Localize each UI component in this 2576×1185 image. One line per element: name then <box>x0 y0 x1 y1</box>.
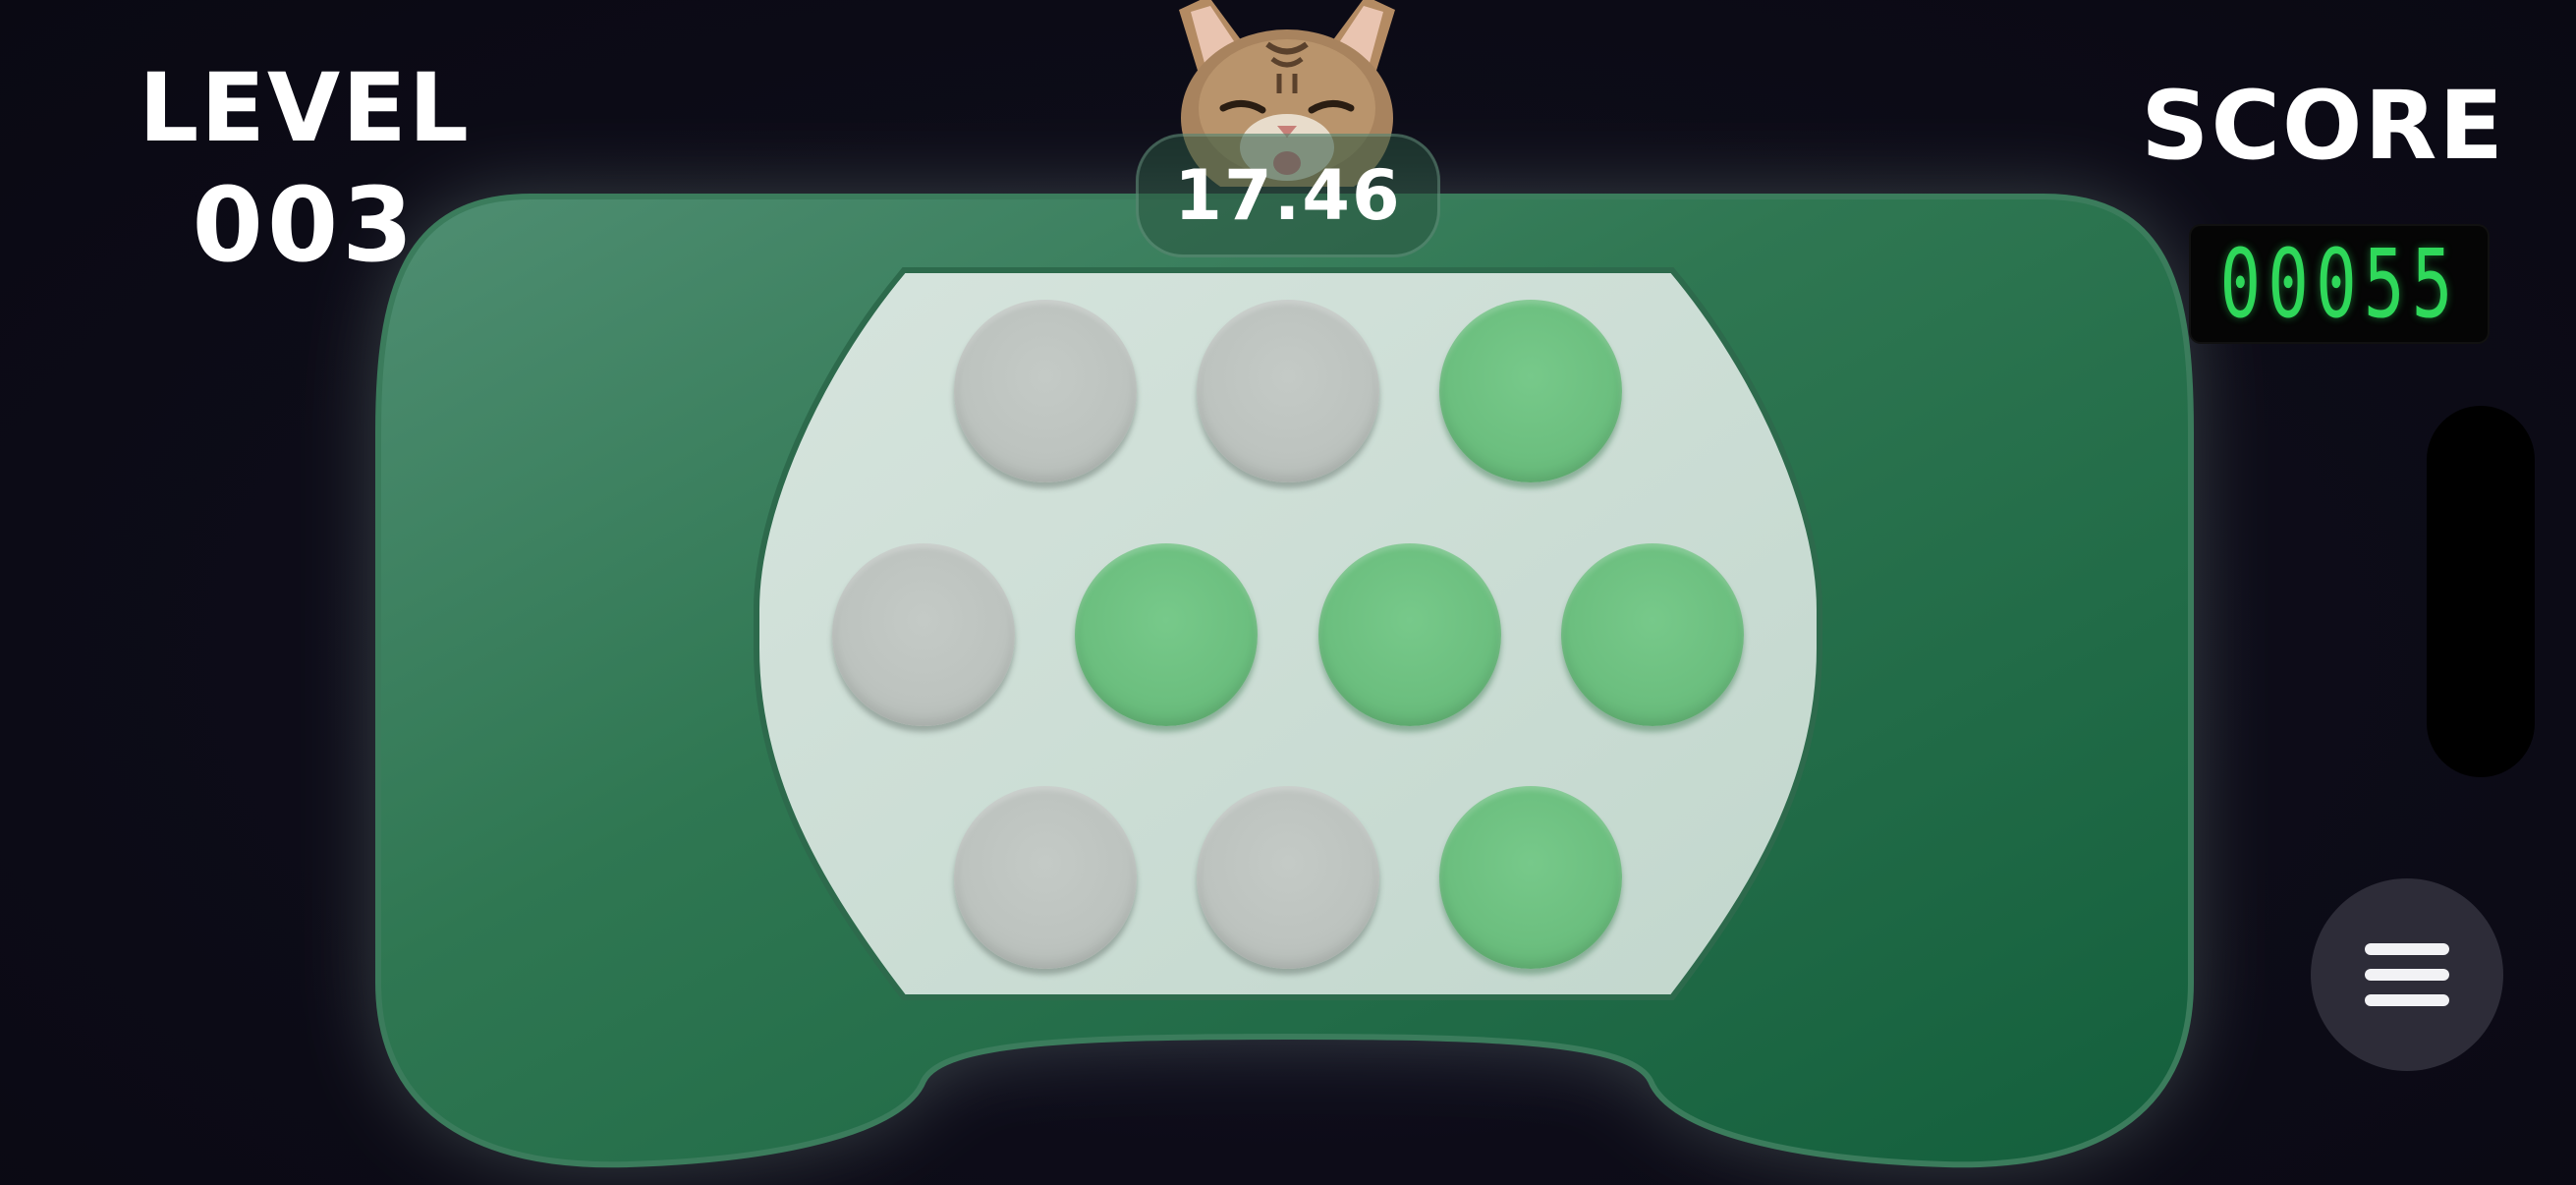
score-label: SCORE <box>2141 71 2505 181</box>
level-panel: LEVEL 003 <box>108 59 501 279</box>
score-display: 00055 <box>2191 226 2488 342</box>
menu-button[interactable] <box>2311 878 2503 1071</box>
pop-button-r2-c1[interactable] <box>832 543 1015 726</box>
pop-button-r3-c1[interactable] <box>954 786 1137 969</box>
pop-button-r2-c2[interactable] <box>1075 543 1258 726</box>
timer-value: 17.46 <box>1174 155 1402 236</box>
pop-button-r1-c3[interactable] <box>1439 300 1622 482</box>
level-label: LEVEL <box>139 53 471 163</box>
hamburger-menu-icon <box>2365 943 2449 1006</box>
pop-button-r1-c2[interactable] <box>1197 300 1379 482</box>
game-screen: 17.46 LEVEL 003 SCORE 00055 <box>0 0 2576 1185</box>
pop-button-r2-c3[interactable] <box>1318 543 1501 726</box>
score-value: 00055 <box>2218 229 2460 339</box>
pop-button-r1-c1[interactable] <box>954 300 1137 482</box>
pop-button-r3-c2[interactable] <box>1197 786 1379 969</box>
side-slot <box>2427 406 2535 777</box>
pop-button-r2-c4[interactable] <box>1561 543 1744 726</box>
timer-display: 17.46 <box>1136 134 1440 257</box>
level-value: 003 <box>192 164 418 285</box>
pop-button-r3-c3[interactable] <box>1439 786 1622 969</box>
